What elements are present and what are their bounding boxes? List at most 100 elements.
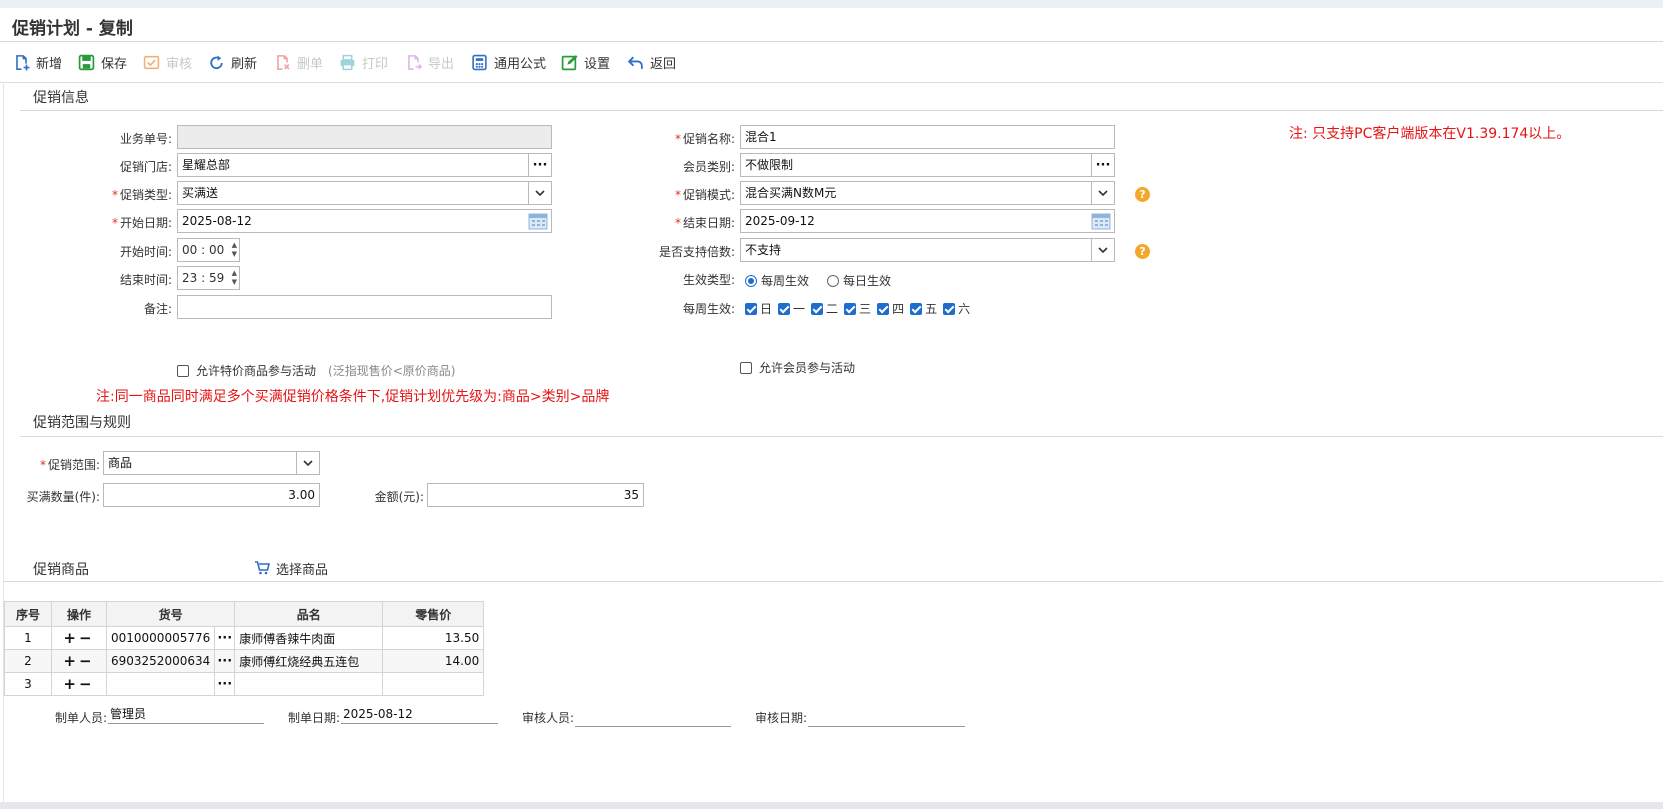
spinner-arrows[interactable]: ▲ ▼ <box>232 241 237 259</box>
end-time-label: 结束时间: <box>119 273 172 287</box>
minus-icon[interactable]: − <box>79 652 95 670</box>
code-picker-button[interactable]: ··· <box>214 672 236 696</box>
formula-button[interactable]: 通用公式 <box>471 51 546 73</box>
allow-special-checkbox[interactable] <box>177 364 189 377</box>
plus-icon[interactable]: + <box>63 675 79 693</box>
row-code[interactable] <box>105 672 216 696</box>
multiple-select[interactable]: 不支持 <box>740 238 1115 262</box>
calendar-icon[interactable] <box>1091 212 1111 230</box>
weekday-checkbox[interactable] <box>910 302 923 315</box>
weekday-checkbox[interactable] <box>844 302 857 315</box>
window-top-strip <box>0 0 1663 8</box>
promo-name-field[interactable]: 混合1 <box>740 125 1115 149</box>
doc-no-label: 业务单号: <box>119 132 172 146</box>
save-button[interactable]: 保存 <box>78 51 127 73</box>
promo-type-select[interactable]: 买满送 <box>177 181 552 205</box>
store-picker-button[interactable]: ··· <box>528 154 551 176</box>
radio-weekly[interactable] <box>745 274 757 287</box>
settings-icon <box>561 54 578 70</box>
section-divider <box>20 436 1663 437</box>
row-price <box>382 672 485 696</box>
help-icon[interactable]: ? <box>1135 244 1150 259</box>
goods-table: 序号 操作 货号 品名 零售价 1 +− 0010000005776 ··· 康… <box>4 601 485 696</box>
plus-icon[interactable]: + <box>63 652 79 670</box>
print-button[interactable]: 打印 <box>339 51 388 73</box>
ellipsis-icon: ··· <box>532 157 548 173</box>
amount-field[interactable]: 35 <box>427 483 644 507</box>
row-code[interactable]: 0010000005776 <box>105 626 216 650</box>
chevron-down-icon <box>1098 246 1108 253</box>
delete-button[interactable]: 删单 <box>274 51 323 73</box>
calendar-icon[interactable] <box>528 212 548 230</box>
qty-label: 买满数量(件): <box>26 490 100 504</box>
section-divider <box>20 110 1663 111</box>
weekday-checkbox[interactable] <box>745 302 757 315</box>
radio-daily[interactable] <box>827 274 840 287</box>
allow-member-option[interactable]: 允许会员参与活动 <box>740 359 855 376</box>
range-dropdown-button[interactable] <box>296 452 319 474</box>
range-label: * 促销范围: <box>39 458 100 472</box>
col-price: 零售价 <box>382 601 485 627</box>
save-icon <box>78 54 95 70</box>
member-type-label: 会员类别: <box>682 160 735 174</box>
weekday-checkbox[interactable] <box>943 302 956 315</box>
minus-icon[interactable]: − <box>79 675 95 693</box>
multiple-dropdown-button[interactable] <box>1091 239 1114 261</box>
end-date-field[interactable]: 2025-09-12 <box>740 209 1115 233</box>
make-date-label: 制单日期: <box>287 711 340 725</box>
table-row: 1 +− 0010000005776 ··· 康师傅香辣牛肉面 13.50 <box>4 626 485 650</box>
help-icon[interactable]: ? <box>1135 187 1150 202</box>
audit-button[interactable]: 审核 <box>143 51 192 73</box>
weekday-label: 四 <box>892 302 905 316</box>
promo-mode-select[interactable]: 混合买满N数M元 <box>740 181 1115 205</box>
refresh-button[interactable]: 刷新 <box>208 51 257 73</box>
weekly-label: 每周生效: <box>682 302 735 316</box>
section-title-goods: 促销商品 <box>33 562 89 578</box>
row-name: 康师傅红烧经典五连包 <box>234 649 384 673</box>
allow-special-option[interactable]: 允许特价商品参与活动 (泛指现售价<原价商品) <box>177 362 455 379</box>
promo-type-dropdown-button[interactable] <box>528 182 551 204</box>
weekday-checkbox[interactable] <box>778 302 791 315</box>
priority-note: 注:同一商品同时满足多个买满促销价格条件下,促销计划优先级为:商品>类别>品牌 <box>96 389 610 405</box>
member-type-picker-button[interactable]: ··· <box>1091 154 1114 176</box>
weekday-checkboxes: 日一二三四五六 <box>745 300 973 317</box>
remark-field[interactable] <box>177 295 552 319</box>
row-ops[interactable]: +− <box>51 649 107 673</box>
store-field[interactable]: 星耀总部 ··· <box>177 153 552 177</box>
export-button[interactable]: 导出 <box>405 51 454 73</box>
settings-button[interactable]: 设置 <box>561 51 610 73</box>
audit-date-value <box>808 709 965 727</box>
row-code[interactable]: 6903252000634 <box>105 649 216 673</box>
audit-date-label: 审核日期: <box>754 711 807 725</box>
amount-label: 金额(元): <box>374 490 424 504</box>
plus-icon[interactable]: + <box>63 629 79 647</box>
end-time-spinner[interactable]: 23 : 59 ▲ ▼ <box>177 266 240 290</box>
refresh-icon <box>210 55 223 69</box>
start-date-field[interactable]: 2025-08-12 <box>177 209 552 233</box>
weekday-checkbox[interactable] <box>877 302 890 315</box>
toolbar: 新增 保存 审核 刷新 删单 打印 导出 通用公式 设置 返回 <box>0 43 1663 83</box>
range-select[interactable]: 商品 <box>103 451 320 475</box>
code-picker-button[interactable]: ··· <box>214 649 236 673</box>
back-button[interactable]: 返回 <box>627 51 676 73</box>
start-time-spinner[interactable]: 00 : 00 ▲ ▼ <box>177 238 240 262</box>
effect-weekly-radio[interactable]: 每周生效 每日生效 <box>745 272 891 289</box>
spinner-arrows[interactable]: ▲ ▼ <box>232 269 237 287</box>
row-ops[interactable]: +− <box>51 672 107 696</box>
chevron-down-icon <box>303 459 313 466</box>
doc-no-field <box>177 125 552 149</box>
allow-member-checkbox[interactable] <box>740 361 752 374</box>
section-divider <box>4 581 1663 582</box>
qty-field[interactable]: 3.00 <box>103 483 320 507</box>
minus-icon[interactable]: − <box>79 629 95 647</box>
code-picker-button[interactable]: ··· <box>214 626 236 650</box>
select-goods-button[interactable]: 选择商品 <box>254 557 328 579</box>
end-date-label: * 结束日期: <box>674 216 735 230</box>
weekday-label: 日 <box>760 302 773 316</box>
member-type-field[interactable]: 不做限制 ··· <box>740 153 1115 177</box>
promo-mode-dropdown-button[interactable] <box>1091 182 1114 204</box>
page-title: 促销计划 - 复制 <box>12 19 133 39</box>
row-ops[interactable]: +− <box>51 626 107 650</box>
weekday-checkbox[interactable] <box>811 302 824 315</box>
add-button[interactable]: 新增 <box>13 51 62 73</box>
